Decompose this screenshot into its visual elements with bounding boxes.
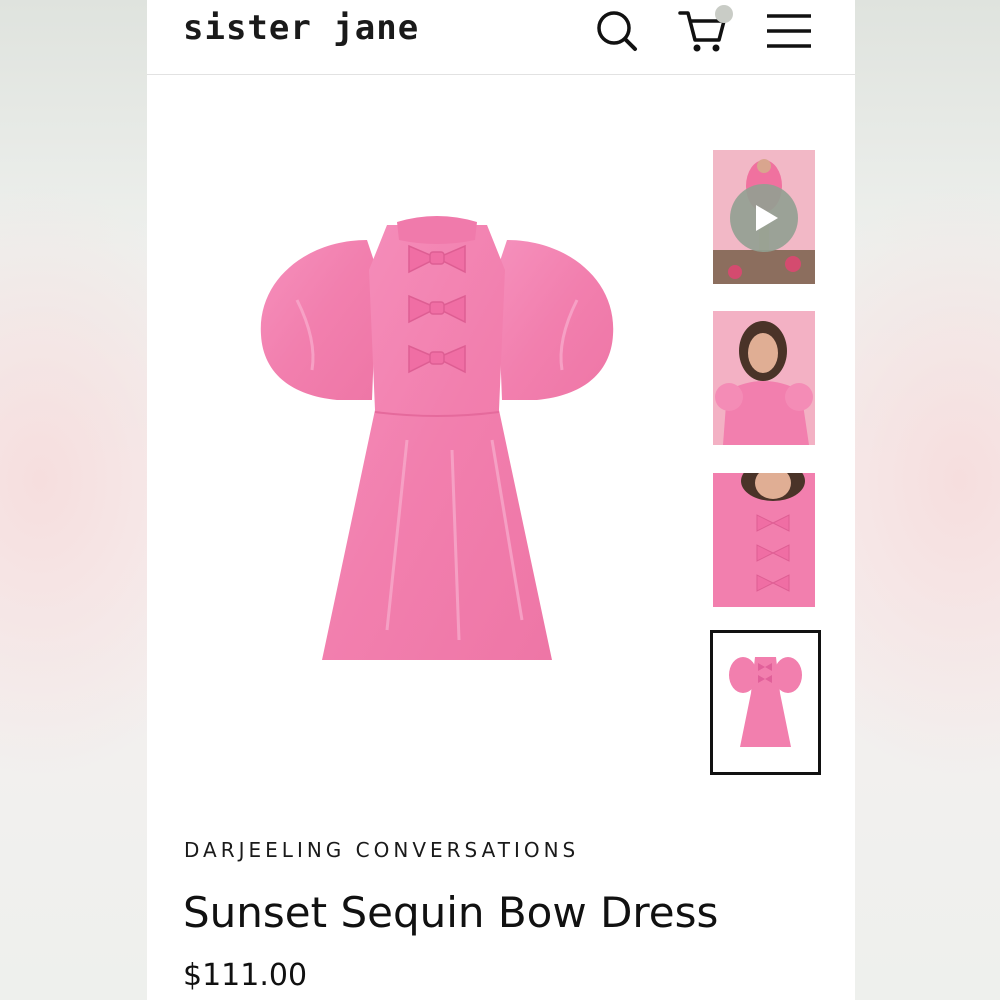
- play-icon[interactable]: [730, 184, 798, 252]
- dress-flat-thumbnail: [713, 633, 818, 772]
- dress-image: [260, 216, 614, 660]
- site-logo[interactable]: sister jane: [183, 6, 419, 50]
- menu-button[interactable]: [765, 6, 813, 54]
- cart-count-badge: [715, 5, 733, 23]
- gallery-thumbnail-video[interactable]: [713, 150, 815, 284]
- model-front-thumbnail: [713, 311, 815, 445]
- search-icon: [597, 11, 637, 51]
- site-header: sister jane: [147, 0, 855, 75]
- search-button[interactable]: [593, 6, 641, 54]
- gallery-thumbnail-2[interactable]: [713, 311, 815, 445]
- gallery-thumbnail-3[interactable]: [713, 473, 815, 607]
- model-detail-thumbnail: [713, 473, 815, 607]
- main-product-image[interactable]: [237, 200, 637, 700]
- product-title: Sunset Sequin Bow Dress: [183, 888, 719, 937]
- hamburger-menu-icon: [767, 14, 811, 48]
- product-page: sister jane DARJEELING CONVERSATIONS Sun…: [147, 0, 855, 1000]
- product-price: $111.00: [183, 958, 308, 993]
- gallery-thumbnail-4-selected[interactable]: [710, 630, 821, 775]
- product-brand[interactable]: DARJEELING CONVERSATIONS: [184, 838, 579, 862]
